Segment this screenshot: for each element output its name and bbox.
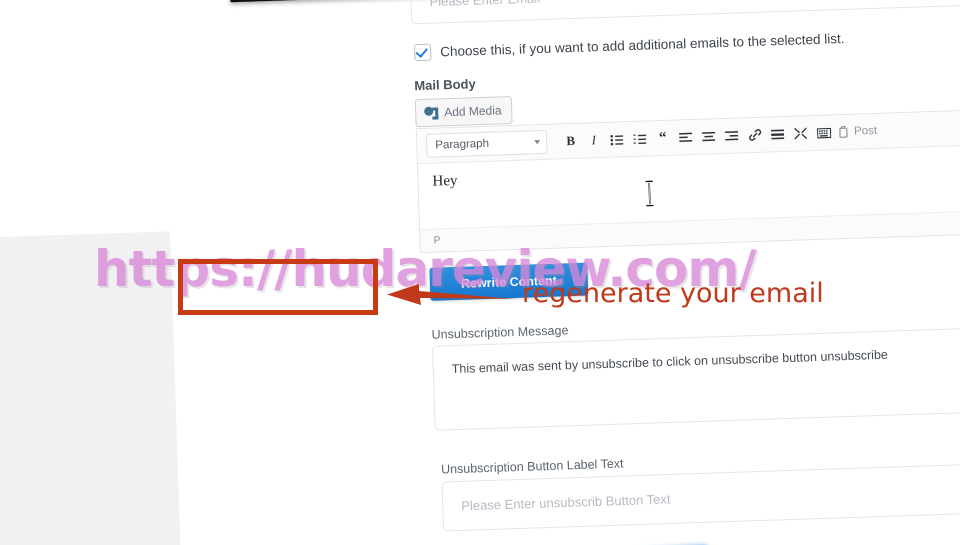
checkbox-label: Choose this, if you want to add addition… bbox=[439, 30, 845, 60]
annotation-text: regenerate your email bbox=[522, 278, 824, 309]
editor-body-text: Hey bbox=[432, 172, 458, 190]
post-label: Post bbox=[853, 124, 878, 138]
fullscreen-icon[interactable] bbox=[789, 122, 813, 145]
text-ibeam-cursor bbox=[645, 180, 654, 207]
italic-icon[interactable]: I bbox=[582, 129, 606, 152]
unsubscription-message-value: This email was sent by unsubscribe to cl… bbox=[451, 347, 889, 377]
media-icon bbox=[424, 106, 439, 120]
add-media-button[interactable]: Add Media bbox=[414, 95, 514, 128]
post-button[interactable]: Post bbox=[837, 125, 877, 138]
unsubscription-button-label: Unsubscription Button Label Text bbox=[440, 456, 624, 477]
link-icon[interactable] bbox=[743, 124, 767, 147]
screenshot-stage: Please Enter Email Choose this, if you w… bbox=[0, 0, 960, 545]
clipboard-icon bbox=[839, 125, 848, 138]
bulleted-list-icon[interactable] bbox=[605, 128, 629, 151]
read-more-icon[interactable] bbox=[766, 123, 790, 146]
email-input[interactable]: Please Enter Email bbox=[409, 0, 960, 25]
highlight-rectangle bbox=[178, 259, 378, 315]
checkbox-checked-icon[interactable] bbox=[413, 43, 432, 62]
align-left-icon[interactable] bbox=[674, 126, 698, 149]
numbered-list-icon[interactable] bbox=[628, 127, 652, 150]
unsubscription-message-label: Unsubscription Message bbox=[431, 323, 569, 342]
format-select-value: Paragraph bbox=[435, 137, 490, 152]
toolbar-toggle-icon[interactable] bbox=[812, 121, 836, 144]
mail-body-label: Mail Body bbox=[414, 76, 476, 94]
blockquote-icon[interactable]: “ bbox=[651, 127, 675, 150]
align-center-icon[interactable] bbox=[697, 125, 721, 148]
additional-emails-checkbox-row[interactable]: Choose this, if you want to add addition… bbox=[413, 30, 845, 62]
page-left-gutter bbox=[0, 226, 192, 545]
align-right-icon[interactable] bbox=[720, 124, 744, 147]
red-arrow-icon bbox=[387, 284, 515, 305]
add-media-label: Add Media bbox=[443, 103, 502, 120]
unsubscription-button-placeholder: Please Enter unsubscrib Button Text bbox=[461, 491, 671, 514]
paragraph-format-select[interactable]: Paragraph bbox=[425, 129, 548, 158]
email-placeholder: Please Enter Email bbox=[429, 0, 540, 9]
bold-icon[interactable]: B bbox=[559, 130, 583, 153]
browser-page: Please Enter Email Choose this, if you w… bbox=[0, 0, 960, 545]
chevron-down-icon bbox=[534, 140, 541, 145]
page-left-top-white bbox=[0, 0, 181, 240]
editor-element-path: P bbox=[433, 234, 441, 247]
